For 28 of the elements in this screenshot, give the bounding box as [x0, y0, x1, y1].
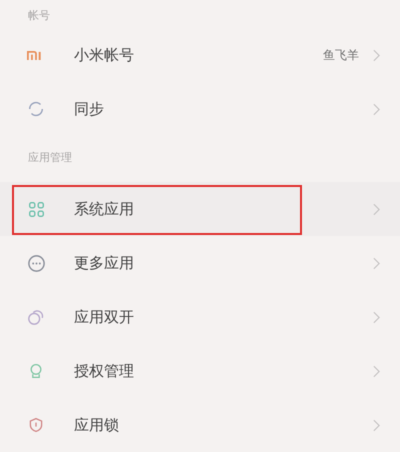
section-header: 帐号 [27, 8, 50, 24]
overlapping-circles-icon [26, 308, 46, 326]
settings-item[interactable]: 更多应用 [0, 236, 400, 290]
item-label: 小米帐号 [74, 46, 135, 64]
chevron-icon [373, 48, 380, 62]
item-label: 授权管理 [74, 362, 135, 380]
settings-item[interactable]: 应用锁 [0, 398, 400, 452]
item-label: 更多应用 [74, 254, 135, 272]
settings-item[interactable]: 授权管理 [0, 344, 400, 398]
settings-item[interactable]: 系统应用 [0, 182, 400, 236]
chevron-icon [373, 202, 380, 216]
settings-item[interactable]: 同步 [0, 82, 400, 136]
chevron-icon [373, 310, 380, 324]
item-label: 系统应用 [74, 200, 135, 218]
sync-icon [26, 100, 46, 118]
chevron-icon [373, 256, 380, 270]
grid-icon [26, 200, 46, 218]
settings-item[interactable]: 应用双开 [0, 290, 400, 344]
chevron-icon [373, 102, 380, 116]
item-label: 同步 [74, 100, 105, 118]
chevron-icon [373, 364, 380, 378]
settings-item[interactable]: 小米帐号 鱼飞羊 [0, 28, 400, 82]
item-label: 应用双开 [74, 308, 135, 326]
section-header: 应用管理 [27, 150, 72, 166]
item-value: 鱼飞羊 [323, 46, 359, 64]
chevron-icon [373, 418, 380, 432]
item-label: 应用锁 [74, 416, 120, 434]
more-icon [26, 254, 46, 272]
